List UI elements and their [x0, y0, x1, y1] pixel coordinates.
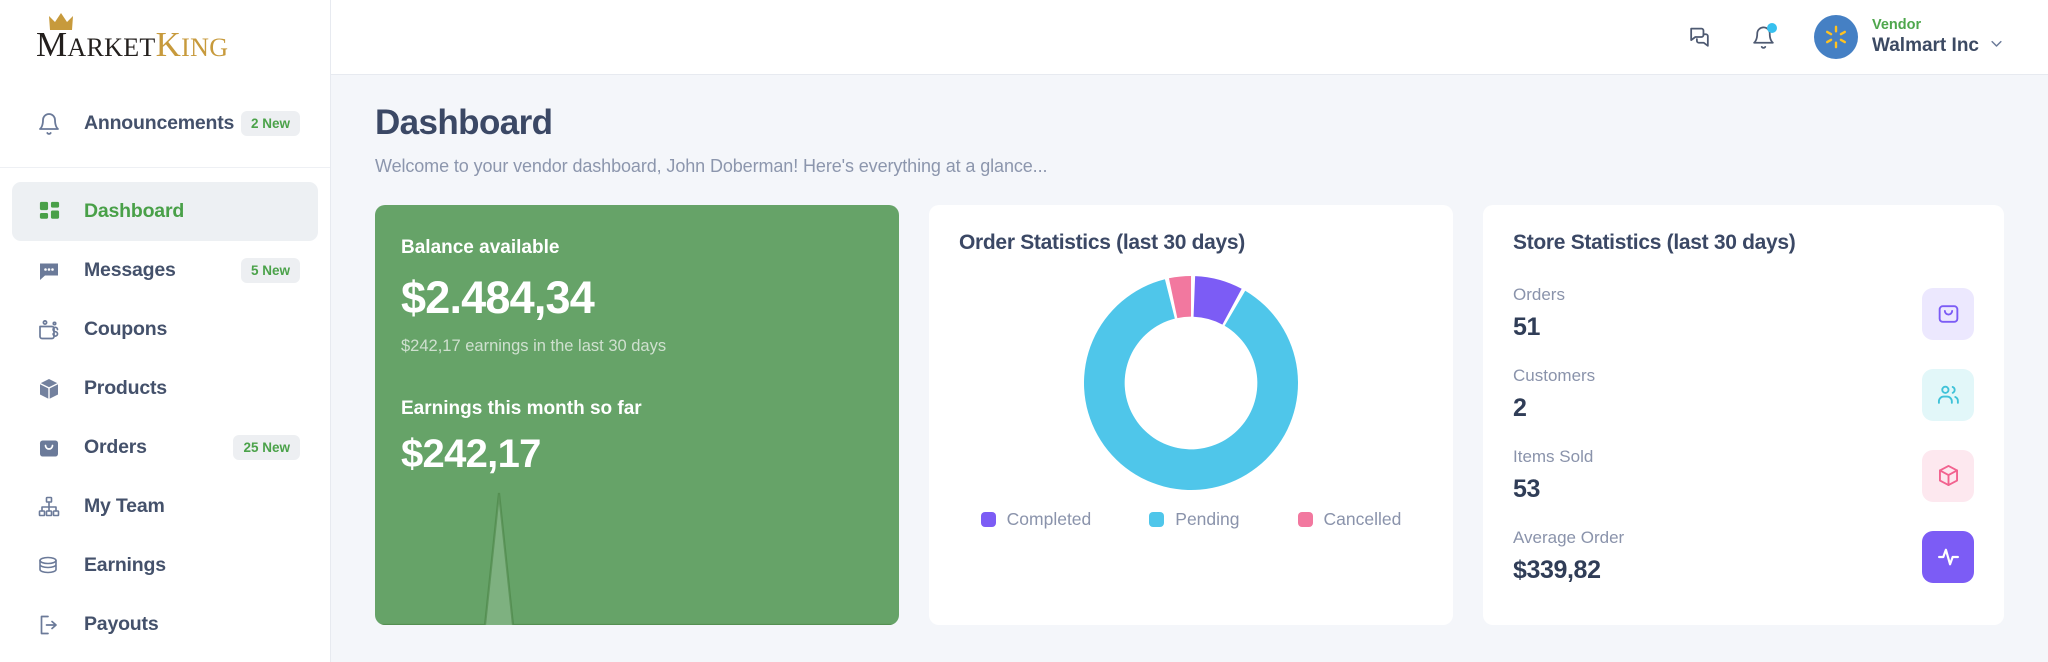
sidebar-item-messages[interactable]: Messages 5 New — [12, 241, 318, 300]
sidebar-item-label: Products — [84, 377, 167, 400]
user-role: Vendor — [1872, 16, 2004, 34]
legend-item-completed[interactable]: Completed — [981, 509, 1092, 530]
legend-label: Pending — [1175, 509, 1239, 530]
walmart-spark-icon — [1823, 24, 1849, 50]
main-area: Vendor Walmart Inc Dashboard Welcome to … — [331, 0, 2048, 662]
app-root: MARKETKING Announcements 2 New — [0, 0, 2048, 662]
avatar — [1814, 15, 1858, 59]
sidebar: MARKETKING Announcements 2 New — [0, 0, 331, 662]
users-icon — [1922, 369, 1974, 421]
cube-icon — [1922, 450, 1974, 502]
chat-bubbles-icon[interactable] — [1678, 16, 1720, 58]
sidebar-item-label: Earnings — [84, 554, 166, 577]
chart-legend: Completed Pending Cancelled — [959, 509, 1423, 530]
sidebar-item-payouts[interactable]: Payouts — [12, 595, 318, 654]
sidebar-badge: 2 New — [241, 111, 300, 136]
earnings-label: Earnings this month so far — [401, 398, 873, 420]
brand-k: K — [156, 25, 182, 64]
balance-sparkline — [375, 465, 899, 625]
stat-value: 51 — [1513, 312, 1565, 342]
legend-item-cancelled[interactable]: Cancelled — [1298, 509, 1402, 530]
sidebar-badge: 25 New — [233, 435, 300, 460]
chat-icon — [36, 258, 62, 284]
sidebar-nav: Dashboard Messages 5 New — [0, 168, 330, 654]
legend-swatch — [1149, 512, 1164, 527]
brand-logo[interactable]: MARKETKING — [0, 0, 330, 88]
stat-label: Average Order — [1513, 528, 1624, 548]
coupon-icon — [36, 317, 62, 343]
sidebar-item-label: Dashboard — [84, 200, 184, 223]
stat-label: Items Sold — [1513, 447, 1593, 467]
stat-value: 53 — [1513, 474, 1593, 504]
notification-dot — [1767, 23, 1777, 33]
brand-ing: ING — [181, 33, 228, 62]
stat-row: Orders 51 — [1513, 273, 1974, 354]
card-title: Order Statistics (last 30 days) — [959, 231, 1423, 255]
stat-label: Orders — [1513, 285, 1565, 305]
bag-icon — [36, 435, 62, 461]
donut-chart-wrap — [959, 267, 1423, 499]
sidebar-item-coupons[interactable]: Coupons — [12, 300, 318, 359]
stat-rows: Orders 51 Customers 2 Items Sold 53 Average Or… — [1513, 273, 1974, 597]
legend-label: Cancelled — [1324, 509, 1402, 530]
legend-swatch — [1298, 512, 1313, 527]
page-content: Dashboard Welcome to your vendor dashboa… — [331, 75, 2048, 662]
stat-row: Customers 2 — [1513, 354, 1974, 435]
balance-amount: $2.484,34 — [401, 272, 873, 324]
legend-swatch — [981, 512, 996, 527]
stat-value: $339,82 — [1513, 555, 1624, 585]
coins-icon — [36, 553, 62, 579]
sidebar-badge: 5 New — [241, 258, 300, 283]
stat-value: 2 — [1513, 393, 1595, 423]
stat-row: Average Order $339,82 — [1513, 516, 1974, 597]
sidebar-item-label: Payouts — [84, 613, 158, 636]
dashboard-cards: Balance available $2.484,34 $242,17 earn… — [375, 205, 2004, 625]
crown-icon — [48, 12, 74, 36]
sidebar-item-earnings[interactable]: Earnings — [12, 536, 318, 595]
user-meta: Vendor Walmart Inc — [1872, 16, 2004, 58]
logout-icon — [36, 612, 62, 638]
bell-icon[interactable] — [1742, 16, 1784, 58]
bell-icon — [36, 111, 62, 137]
stat-label: Customers — [1513, 366, 1595, 386]
sidebar-item-dashboard[interactable]: Dashboard — [12, 182, 318, 241]
grid-icon — [36, 199, 62, 225]
sidebar-item-label: Coupons — [84, 318, 167, 341]
sidebar-item-my-team[interactable]: My Team — [12, 477, 318, 536]
stat-text: Items Sold 53 — [1513, 447, 1593, 504]
stat-text: Customers 2 — [1513, 366, 1595, 423]
balance-note: $242,17 earnings in the last 30 days — [401, 337, 873, 356]
chevron-down-icon[interactable] — [1989, 34, 2004, 58]
brand-arket: ARKET — [67, 33, 155, 62]
balance-card: Balance available $2.484,34 $242,17 earn… — [375, 205, 899, 625]
page-title: Dashboard — [375, 103, 2004, 143]
balance-label: Balance available — [401, 237, 873, 259]
user-name-row: Walmart Inc — [1872, 34, 2004, 58]
sidebar-item-label: Messages — [84, 259, 176, 282]
activity-icon — [1922, 531, 1974, 583]
order-statistics-card: Order Statistics (last 30 days) Complete… — [929, 205, 1453, 625]
legend-item-pending[interactable]: Pending — [1149, 509, 1239, 530]
sidebar-item-orders[interactable]: Orders 25 New — [12, 418, 318, 477]
announcements-section: Announcements 2 New — [0, 88, 330, 168]
org-chart-icon — [36, 494, 62, 520]
stat-text: Orders 51 — [1513, 285, 1565, 342]
stat-row: Items Sold 53 — [1513, 435, 1974, 516]
stat-text: Average Order $339,82 — [1513, 528, 1624, 585]
sidebar-item-products[interactable]: Products — [12, 359, 318, 418]
page-subtitle: Welcome to your vendor dashboard, John D… — [375, 156, 2004, 177]
box-icon — [36, 376, 62, 402]
topbar: Vendor Walmart Inc — [331, 0, 2048, 75]
sidebar-item-announcements[interactable]: Announcements 2 New — [12, 94, 318, 153]
shopping-bag-icon — [1922, 288, 1974, 340]
user-menu[interactable]: Vendor Walmart Inc — [1814, 15, 2004, 59]
donut-chart[interactable] — [1075, 267, 1307, 499]
sidebar-item-label: My Team — [84, 495, 165, 518]
user-name: Walmart Inc — [1872, 34, 1979, 58]
legend-label: Completed — [1007, 509, 1092, 530]
sidebar-item-label: Announcements — [84, 112, 234, 135]
card-title: Store Statistics (last 30 days) — [1513, 231, 1974, 255]
store-statistics-card: Store Statistics (last 30 days) Orders 51… — [1483, 205, 2004, 625]
sidebar-item-label: Orders — [84, 436, 147, 459]
